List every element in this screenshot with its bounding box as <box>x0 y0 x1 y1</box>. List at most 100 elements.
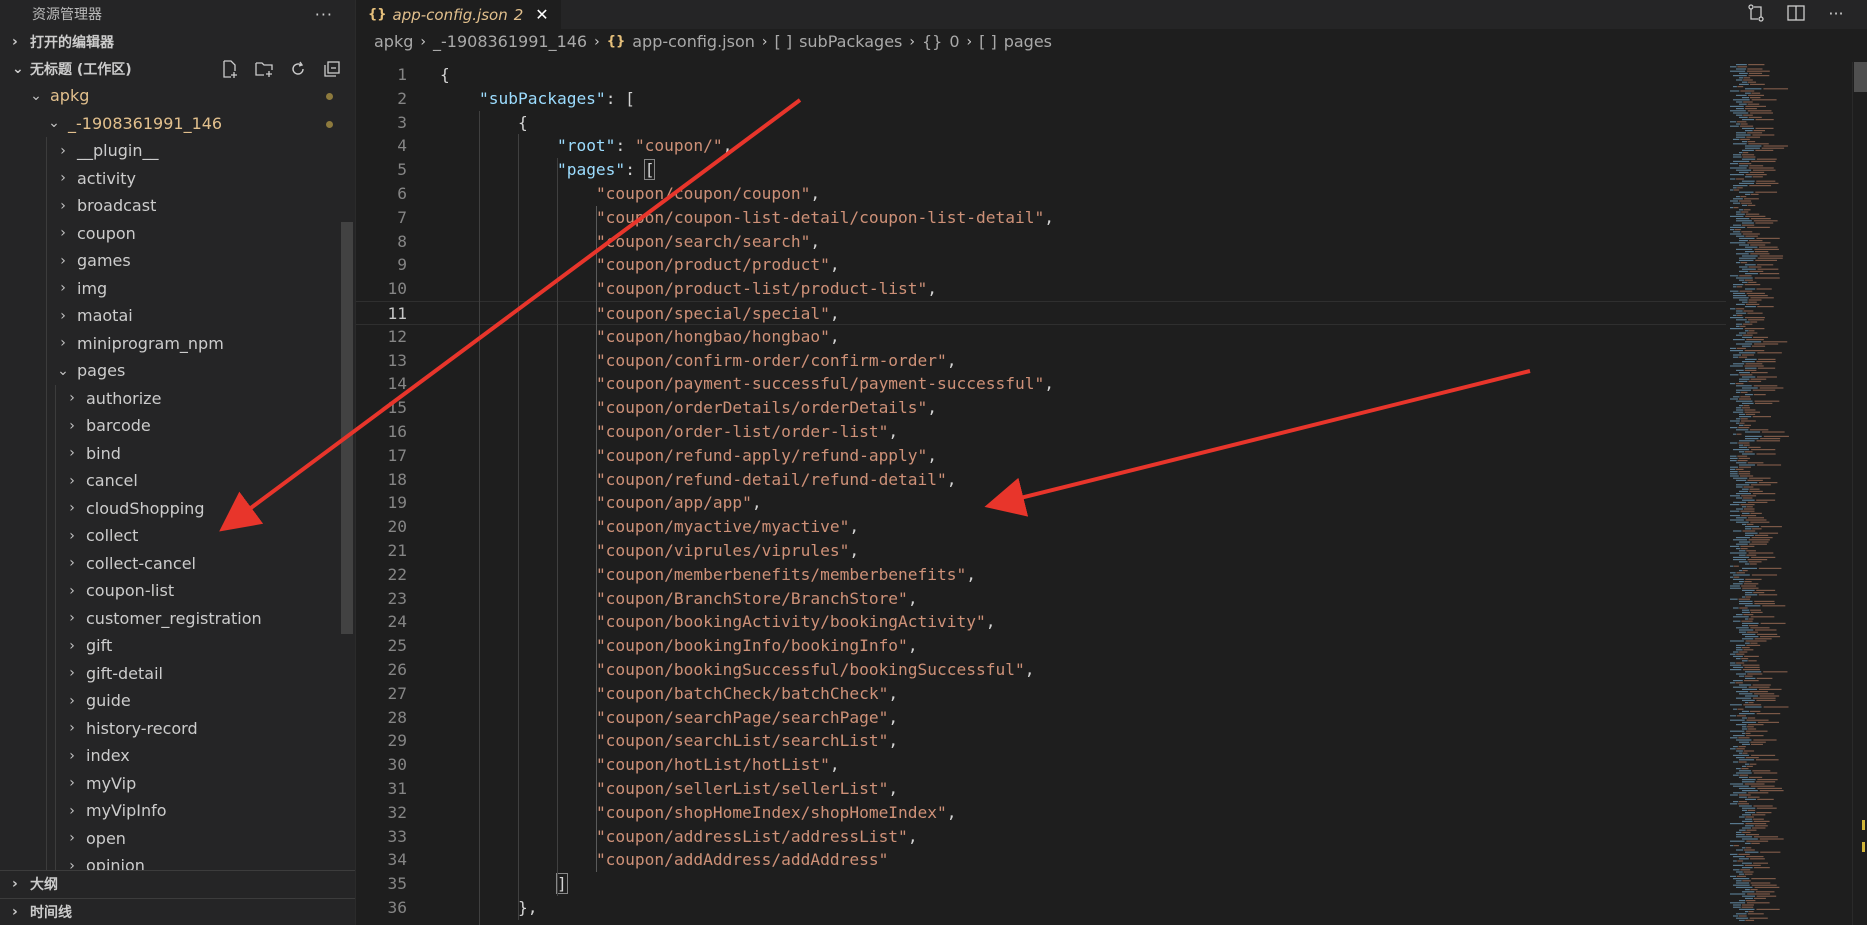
code-editor[interactable]: 1{2 "subPackages": [3 {4 "root": "coupon… <box>356 62 1726 925</box>
code-line[interactable]: 34 "coupon/addAddress/addAddress" <box>356 848 1726 872</box>
tree-item[interactable]: › guide <box>0 687 355 715</box>
minimap-line <box>1739 279 1745 281</box>
refresh-icon[interactable] <box>287 58 309 80</box>
tree-item[interactable]: › collect-cancel <box>0 549 355 577</box>
code-line[interactable]: 5 "pages": [ <box>356 158 1726 182</box>
tree-item[interactable]: › gift-detail <box>0 659 355 687</box>
breadcrumb-item[interactable]: app-config.json <box>632 32 755 51</box>
workspace-section[interactable]: ⌄ 无标题 (工作区) <box>0 55 355 82</box>
new-file-icon[interactable] <box>219 58 241 80</box>
tree-item[interactable]: › open <box>0 824 355 852</box>
minimap-line <box>1763 341 1788 343</box>
compare-changes-icon[interactable] <box>1745 2 1767 24</box>
code-line[interactable]: 13 "coupon/confirm-order/confirm-order", <box>356 349 1726 373</box>
code-line[interactable]: 28 "coupon/searchPage/searchPage", <box>356 706 1726 730</box>
tree-item[interactable]: › authorize <box>0 384 355 412</box>
breadcrumb-item[interactable]: pages <box>1004 32 1052 51</box>
tree-item[interactable]: › history-record <box>0 714 355 742</box>
indent-guide <box>46 219 47 247</box>
code-line[interactable]: 8 "coupon/search/search", <box>356 230 1726 254</box>
code-line[interactable]: 21 "coupon/viprules/viprules", <box>356 539 1726 563</box>
tree-item[interactable]: › coupon-list <box>0 577 355 605</box>
code-line[interactable]: 37 { <box>356 920 1726 925</box>
tab-app-config[interactable]: {} app-config.json 2 ✕ <box>356 0 561 29</box>
tree-item[interactable]: › cancel <box>0 467 355 495</box>
code-line[interactable]: 20 "coupon/myactive/myactive", <box>356 515 1726 539</box>
minimap-line <box>1736 308 1745 310</box>
tree-item[interactable]: ⌄ apkg <box>0 82 355 110</box>
code-text: "coupon/myactive/myactive", <box>440 515 859 539</box>
code-line[interactable]: 16 "coupon/order-list/order-list", <box>356 420 1726 444</box>
code-line[interactable]: 36 }, <box>356 896 1726 920</box>
tree-item[interactable]: › barcode <box>0 412 355 440</box>
tree-item[interactable]: › coupon <box>0 219 355 247</box>
breadcrumb-item[interactable]: apkg <box>374 32 413 51</box>
tree-item[interactable]: › games <box>0 247 355 275</box>
code-line[interactable]: 2 "subPackages": [ <box>356 87 1726 111</box>
code-line[interactable]: 22 "coupon/memberbenefits/memberbenefits… <box>356 563 1726 587</box>
minimap-line <box>1736 108 1744 110</box>
editor-scrollbar[interactable] <box>1852 62 1867 925</box>
close-icon[interactable]: ✕ <box>535 5 548 24</box>
code-line[interactable]: 30 "coupon/hotList/hotList", <box>356 753 1726 777</box>
tree-item[interactable]: ⌄ pages <box>0 357 355 385</box>
open-editors-section[interactable]: › 打开的编辑器 <box>0 28 355 55</box>
split-editor-icon[interactable] <box>1785 2 1807 24</box>
code-line[interactable]: 1{ <box>356 63 1726 87</box>
outline-section[interactable]: › 大纲 <box>0 870 355 897</box>
code-line[interactable]: 31 "coupon/sellerList/sellerList", <box>356 777 1726 801</box>
tree-item[interactable]: › activity <box>0 164 355 192</box>
code-line[interactable]: 35 ] <box>356 872 1726 896</box>
new-folder-icon[interactable] <box>253 58 275 80</box>
code-line[interactable]: 3 { <box>356 111 1726 135</box>
tree-item[interactable]: › index <box>0 742 355 770</box>
tree-item[interactable]: › __plugin__ <box>0 137 355 165</box>
code-line[interactable]: 14 "coupon/payment-successful/payment-su… <box>356 372 1726 396</box>
editor-scrollbar-thumb[interactable] <box>1854 62 1867 92</box>
minimap-line <box>1745 264 1756 266</box>
more-actions-icon[interactable]: ··· <box>1825 2 1847 24</box>
code-line[interactable]: 6 "coupon/coupon/coupon", <box>356 182 1726 206</box>
code-line[interactable]: 18 "coupon/refund-detail/refund-detail", <box>356 468 1726 492</box>
code-line[interactable]: 32 "coupon/shopHomeIndex/shopHomeIndex", <box>356 801 1726 825</box>
breadcrumb-item[interactable]: _-1908361991_146 <box>433 32 587 51</box>
code-line[interactable]: 4 "root": "coupon/", <box>356 134 1726 158</box>
tree-item[interactable]: › bind <box>0 439 355 467</box>
timeline-section[interactable]: › 时间线 <box>0 898 355 925</box>
code-line[interactable]: 12 "coupon/hongbao/hongbao", <box>356 325 1726 349</box>
tree-item[interactable]: › maotai <box>0 302 355 330</box>
tree-item[interactable]: › gift <box>0 632 355 660</box>
sidebar-scrollbar[interactable] <box>341 222 353 634</box>
tree-item[interactable]: › miniprogram_npm <box>0 329 355 357</box>
breadcrumb-item[interactable]: subPackages <box>799 32 902 51</box>
code-line[interactable]: 7 "coupon/coupon-list-detail/coupon-list… <box>356 206 1726 230</box>
minimap-line <box>1739 332 1746 334</box>
tree-item[interactable]: › img <box>0 274 355 302</box>
code-line[interactable]: 9 "coupon/product/product", <box>356 253 1726 277</box>
tree-item[interactable]: › myVip <box>0 769 355 797</box>
code-line[interactable]: 15 "coupon/orderDetails/orderDetails", <box>356 396 1726 420</box>
minimap-line <box>1730 572 1736 574</box>
code-line[interactable]: 29 "coupon/searchList/searchList", <box>356 729 1726 753</box>
tree-item[interactable]: › broadcast <box>0 192 355 220</box>
code-line[interactable]: 19 "coupon/app/app", <box>356 491 1726 515</box>
tree-item[interactable]: › cloudShopping <box>0 494 355 522</box>
tree-item[interactable]: › myVipInfo <box>0 797 355 825</box>
minimap-line <box>1745 130 1753 132</box>
tree-item[interactable]: ⌄ _-1908361991_146 <box>0 110 355 138</box>
code-line[interactable]: 33 "coupon/addressList/addressList", <box>356 825 1726 849</box>
code-line[interactable]: 23 "coupon/BranchStore/BranchStore", <box>356 587 1726 611</box>
tree-item[interactable]: › collect <box>0 522 355 550</box>
code-line[interactable]: 17 "coupon/refund-apply/refund-apply", <box>356 444 1726 468</box>
code-line[interactable]: 27 "coupon/batchCheck/batchCheck", <box>356 682 1726 706</box>
tree-item[interactable]: › customer_registration <box>0 604 355 632</box>
code-line[interactable]: 11 "coupon/special/special", <box>356 301 1726 325</box>
collapse-all-icon[interactable] <box>321 58 343 80</box>
code-line[interactable]: 25 "coupon/bookingInfo/bookingInfo", <box>356 634 1726 658</box>
more-actions-icon[interactable]: ··· <box>315 5 333 24</box>
code-line[interactable]: 10 "coupon/product-list/product-list", <box>356 277 1726 301</box>
breadcrumb-item[interactable]: 0 <box>949 32 959 51</box>
code-line[interactable]: 26 "coupon/bookingSuccessful/bookingSucc… <box>356 658 1726 682</box>
minimap[interactable] <box>1726 62 1852 925</box>
code-line[interactable]: 24 "coupon/bookingActivity/bookingActivi… <box>356 610 1726 634</box>
